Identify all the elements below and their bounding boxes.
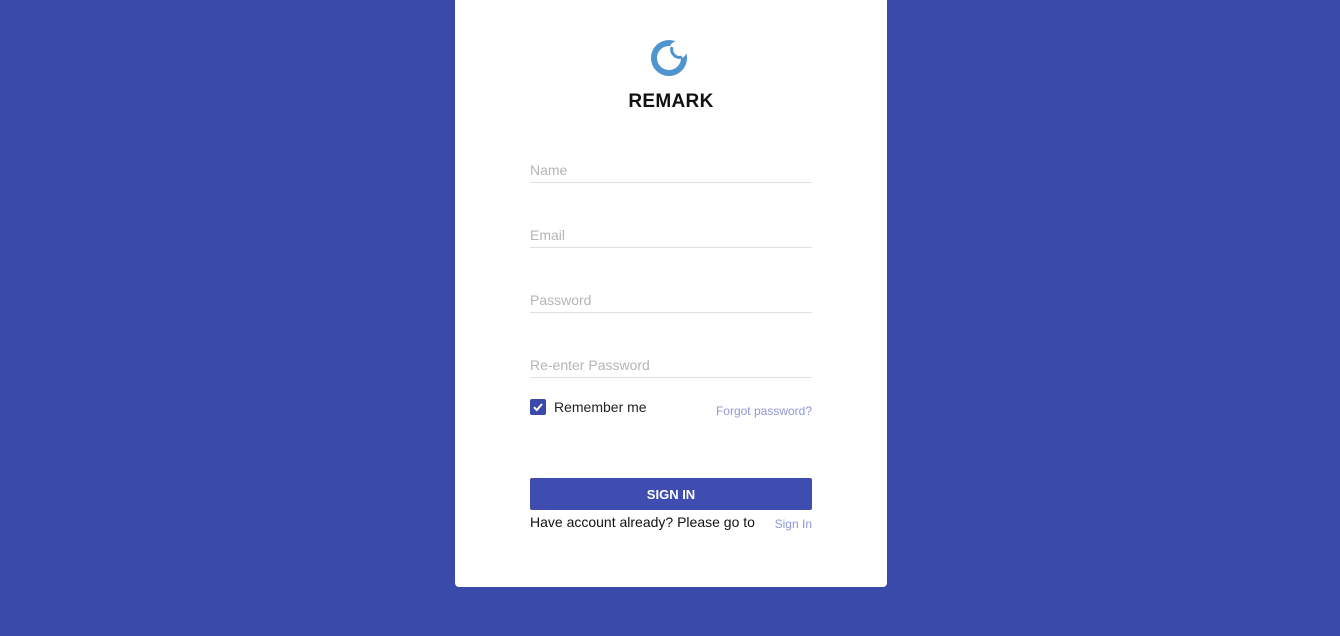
sign-in-link[interactable]: Sign In — [775, 517, 812, 531]
email-input[interactable] — [530, 223, 812, 248]
forgot-password-link[interactable]: Forgot password? — [716, 404, 812, 418]
footer-text: Have account already? Please go to Sign … — [530, 514, 812, 531]
name-input[interactable] — [530, 158, 812, 183]
checkbox-checked-icon[interactable] — [530, 399, 546, 415]
signup-card: REMARK Remember me Forgot password? SIGN… — [455, 0, 887, 587]
reenter-password-input[interactable] — [530, 353, 812, 378]
sign-in-button[interactable]: SIGN IN — [530, 478, 812, 510]
footer-prompt: Have account already? Please go to — [530, 514, 755, 530]
remember-me-checkbox[interactable]: Remember me — [530, 399, 647, 415]
remember-me-label: Remember me — [554, 399, 647, 415]
password-input[interactable] — [530, 288, 812, 313]
remark-logo-icon — [651, 40, 687, 76]
brand-title: REMARK — [628, 91, 714, 112]
